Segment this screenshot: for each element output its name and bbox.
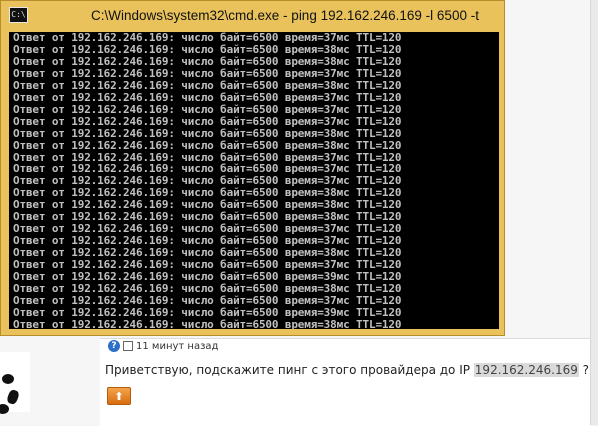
console-line: Ответ от 192.162.246.169: число байт=650… [13,90,402,104]
cmd-app-icon[interactable]: C:\ [9,7,28,23]
reply-arrow-icon: ⬆ [114,389,124,403]
console-line: Ответ от 192.162.246.169: число байт=650… [13,138,402,152]
help-icon[interactable]: ? [108,340,120,352]
page-scrollbar[interactable] [590,0,598,425]
console-output[interactable]: Ответ от 192.162.246.169: число байт=650… [9,32,499,329]
console-line: Ответ от 192.162.246.169: число байт=650… [13,114,402,128]
post-meta: ? 11 минут назад [108,339,218,353]
console-line: Ответ от 192.162.246.169: число байт=650… [13,126,402,140]
forum-post: ? 11 минут назад Приветствую, подскажите… [100,338,590,426]
post-ip-address: 192.162.246.169 [473,363,579,377]
console-line: Ответ от 192.162.246.169: число байт=650… [13,78,402,92]
cmd-window-title: C:\Windows\system32\cmd.exe - ping 192.1… [91,8,479,23]
cmd-title-bar[interactable]: C:\ C:\Windows\system32\cmd.exe - ping 1… [1,1,504,33]
post-timestamp: 11 минут назад [136,340,219,352]
reply-button[interactable]: ⬆ [107,387,131,405]
avatar-mark [2,374,14,384]
post-message: Приветствую, подскажите пинг с этого про… [105,363,589,377]
cmd-window[interactable]: C:\ C:\Windows\system32\cmd.exe - ping 1… [0,0,505,336]
post-text-after: ? [578,363,590,377]
post-text-before: Приветствую, подскажите пинг с этого про… [105,363,474,377]
console-lines: Ответ от 192.162.246.169: число байт=650… [13,32,402,329]
select-post-checkbox[interactable] [123,341,133,351]
console-line: Ответ от 192.162.246.169: число байт=650… [13,102,402,116]
console-line: Ответ от 192.162.246.169: число байт=650… [13,317,402,329]
avatar-mark [5,388,21,406]
user-avatar[interactable] [0,352,30,414]
